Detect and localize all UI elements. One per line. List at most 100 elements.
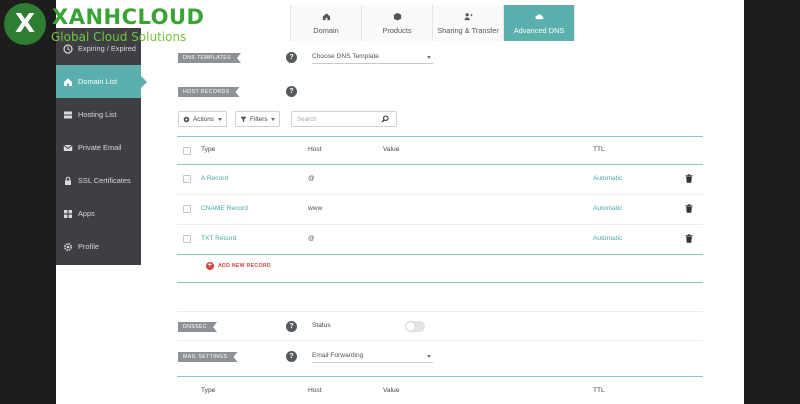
mail-settings-select-value: Email Forwarding — [312, 352, 364, 359]
section-divider — [177, 340, 703, 341]
brand-logo: X XANHCLOUD Global Cloud Solutions — [0, 0, 215, 48]
tab-products[interactable]: Products — [362, 5, 433, 41]
record-host[interactable]: @ — [308, 235, 315, 242]
column-header-host: Host — [308, 146, 322, 153]
mail-settings-label: MAIL SETTINGS — [178, 352, 238, 362]
record-ttl[interactable]: Automatic — [593, 205, 622, 212]
tab-label: Domain — [313, 25, 339, 35]
tab-advanced-dns[interactable]: Advanced DNS — [504, 5, 575, 41]
share-user-icon — [463, 12, 473, 20]
rows-bottom-border — [177, 254, 703, 255]
record-type[interactable]: CNAME Record — [201, 205, 248, 212]
dnssec-label: DNSSEC — [178, 322, 217, 332]
row-checkbox[interactable] — [183, 175, 191, 183]
trash-icon[interactable] — [685, 234, 693, 243]
add-new-record-button[interactable]: + ADD NEW RECORD — [206, 262, 271, 270]
sidebar-item-label: Hosting List — [78, 110, 117, 119]
sidebar-item-label: Profile — [78, 242, 99, 251]
chevron-down-icon — [427, 355, 431, 358]
column-header-type: Type — [201, 146, 216, 153]
sidebar-item-domain-list[interactable]: Domain List — [56, 65, 147, 98]
column-header-ttl: TTL — [593, 146, 605, 153]
home-icon — [322, 12, 330, 20]
host-records-help-icon[interactable]: ? — [286, 86, 297, 97]
column-header-value: Value — [383, 387, 400, 394]
select-all-checkbox[interactable] — [183, 147, 191, 155]
trash-icon[interactable] — [685, 204, 693, 213]
column-header-ttl: TTL — [593, 387, 605, 394]
dns-template-select[interactable]: Choose DNS Template — [312, 51, 433, 64]
sidebar-item-private-email[interactable]: Private Email — [56, 131, 141, 164]
host-records-label: HOST RECORDS — [178, 87, 240, 97]
logo-mark: X — [4, 3, 46, 45]
sidebar-item-profile[interactable]: Profile — [56, 230, 141, 263]
apps-grid-icon — [64, 209, 72, 218]
actions-button[interactable]: Actions — [178, 111, 227, 127]
sidebar-item-label: Domain List — [78, 77, 118, 86]
sidebar: Expiring / Expired Domain List Hosting L… — [56, 28, 147, 265]
home-icon — [64, 78, 72, 86]
row-checkbox[interactable] — [183, 205, 191, 213]
filters-button[interactable]: Filters — [235, 111, 281, 127]
box-icon — [393, 12, 401, 21]
row-divider — [177, 194, 703, 195]
gear-icon — [63, 242, 73, 251]
logo-tagline: Global Cloud Solutions — [51, 30, 187, 44]
section-divider — [177, 311, 703, 312]
search-placeholder: Search — [297, 116, 317, 123]
gear-icon — [183, 116, 190, 122]
envelope-icon — [63, 144, 73, 151]
row-checkbox[interactable] — [183, 235, 191, 243]
column-header-type: Type — [201, 387, 216, 394]
table-bottom-border — [177, 282, 703, 283]
filter-icon — [240, 116, 247, 122]
record-ttl[interactable]: Automatic — [593, 235, 622, 242]
logo-name: XANHCLOUD — [52, 5, 205, 29]
row-divider — [177, 224, 703, 225]
search-icon[interactable] — [381, 115, 389, 123]
dns-templates-label: DNS TEMPLATES — [178, 53, 241, 63]
tab-label: Products — [382, 25, 412, 35]
mail-settings-select[interactable]: Email Forwarding — [312, 350, 433, 363]
trash-icon[interactable] — [685, 174, 693, 183]
chevron-down-icon — [271, 117, 276, 121]
mail-table-top-border — [177, 376, 703, 377]
sidebar-item-label: SSL Certificates — [78, 176, 131, 185]
plus-icon: + — [206, 262, 214, 270]
sidebar-item-hosting-list[interactable]: Hosting List — [56, 98, 141, 131]
sidebar-item-label: Apps — [78, 209, 95, 218]
record-ttl[interactable]: Automatic — [593, 175, 622, 182]
column-header-value: Value — [383, 146, 400, 153]
logo-mark-letter: X — [14, 9, 36, 39]
dns-templates-help-icon[interactable]: ? — [286, 52, 297, 63]
filters-button-label: Filters — [250, 115, 268, 123]
record-host[interactable]: @ — [308, 175, 315, 182]
record-type[interactable]: TXT Record — [201, 235, 236, 242]
record-type[interactable]: A Record — [201, 175, 228, 182]
mail-settings-help-icon[interactable]: ? — [286, 351, 297, 362]
add-new-record-label: ADD NEW RECORD — [218, 263, 271, 269]
dnssec-status-label: Status — [312, 322, 331, 329]
server-icon — [64, 111, 72, 118]
dnssec-help-icon[interactable]: ? — [286, 321, 297, 332]
sidebar-item-apps[interactable]: Apps — [56, 197, 141, 230]
dns-template-select-value: Choose DNS Template — [312, 53, 379, 60]
tab-label: Sharing & Transfer — [437, 25, 499, 35]
sidebar-item-ssl-certificates[interactable]: SSL Certificates — [56, 164, 141, 197]
dnssec-status-toggle[interactable] — [405, 321, 425, 332]
column-header-host: Host — [308, 387, 322, 394]
chevron-down-icon — [217, 117, 222, 121]
sidebar-item-label: Private Email — [78, 143, 122, 152]
tab-label: Advanced DNS — [513, 25, 565, 35]
record-host[interactable]: www — [308, 205, 322, 212]
dashboard-panel: Expiring / Expired Domain List Hosting L… — [56, 0, 744, 404]
header-divider — [177, 164, 703, 165]
chevron-down-icon — [427, 56, 431, 59]
actions-button-label: Actions — [193, 115, 214, 123]
tab-bar: Domain Products Sharing & Transfer Advan… — [290, 5, 575, 41]
tab-sharing-transfer[interactable]: Sharing & Transfer — [433, 5, 504, 41]
table-top-border — [177, 136, 703, 137]
cloud-icon — [534, 13, 543, 19]
tab-domain[interactable]: Domain — [291, 5, 362, 41]
lock-icon — [65, 176, 71, 185]
